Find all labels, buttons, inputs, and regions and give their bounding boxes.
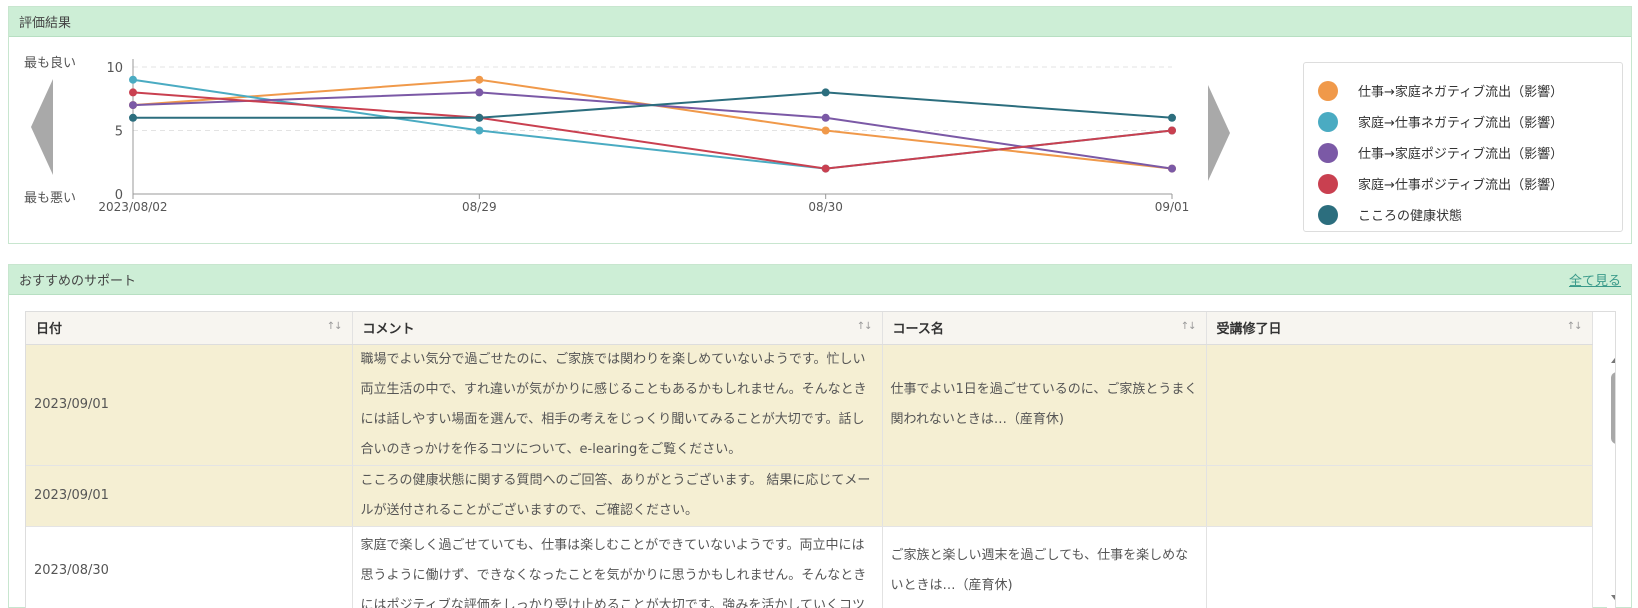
column-header-date[interactable]: 日付 ↑↓ [26,312,353,345]
support-table-container: 日付 ↑↓ コメント ↑↓ コース名 ↑↓ 受講修了日 ↑↓ 2023/09/01 職場… [25,311,1616,608]
sort-icon[interactable]: ↑↓ [857,321,873,332]
table-row[interactable]: 2023/09/01 こころの健康状態に関する質問へのご回答、ありがとうございま… [26,465,1593,527]
series-5-point[interactable] [1168,113,1176,122]
row-course-link[interactable]: ご家族と楽しい週末を過ごしても、仕事を楽しめないときは…（産育休) [882,526,1207,608]
legend-color-dot-icon [1318,173,1338,194]
evaluation-panel-header: 評価結果 [9,7,1631,37]
row-course-link[interactable] [882,465,1207,527]
legend-color-dot-icon [1318,80,1338,101]
series-1-point[interactable] [475,75,484,84]
column-header-comment[interactable]: コメント ↑↓ [352,312,883,345]
x-tick-label: 08/30 [808,200,843,214]
scroll-up-arrow-icon[interactable] [1611,354,1615,363]
column-header-course[interactable]: コース名 ↑↓ [882,312,1207,345]
next-arrow-icon[interactable] [1206,83,1232,183]
evaluation-panel: 評価結果 最も良い 最も悪い 0 5 10 2023/08/02 08/29 08/30 0… [8,6,1632,244]
y-tick-label: 10 [106,61,123,76]
support-panel-title: おすすめのサポート [19,274,137,289]
row-date: 2023/09/01 [26,344,353,466]
see-all-link[interactable]: 全て見る [1569,270,1621,289]
legend-item[interactable]: 仕事→家庭ポジティブ流出（影響） [1318,137,1608,168]
table-row[interactable]: 2023/09/01 職場でよい気分で過ごせたのに、ご家族では関わりを楽しめてい… [26,344,1593,466]
evaluation-panel-title: 評価結果 [19,16,72,31]
legend-item[interactable]: 家庭→仕事ポジティブ流出（影響） [1318,168,1608,199]
table-header-row: 日付 ↑↓ コメント ↑↓ コース名 ↑↓ 受講修了日 ↑↓ [26,312,1593,345]
series-5-point[interactable] [475,113,484,122]
series-4-point[interactable] [821,164,830,173]
support-panel-header: おすすめのサポート 全て見る [9,265,1631,295]
legend-color-dot-icon [1318,142,1338,163]
row-comment: 家庭で楽しく過ごせていても、仕事は楽しむことができていないようです。両立中には思… [352,526,883,608]
legend-color-dot-icon [1318,111,1338,132]
legend-color-dot-icon [1318,204,1338,225]
legend-label: 家庭→仕事ネガティブ流出（影響） [1358,116,1564,131]
table-row[interactable]: 2023/08/30 家庭で楽しく過ごせていても、仕事は楽しむことができていない… [26,526,1593,608]
x-tick-label: 08/29 [462,200,497,214]
series-line-5 [133,91,1173,119]
legend-label: 仕事→家庭ネガティブ流出（影響） [1358,85,1564,100]
series-3-point[interactable] [129,101,137,110]
x-tick-label: 09/01 [1155,200,1190,214]
row-comment: 職場でよい気分で過ごせたのに、ご家族では関わりを楽しめていないようです。忙しい両… [352,344,883,466]
legend-label: こころの健康状態 [1358,209,1463,224]
column-header-date-label: 日付 [36,322,63,338]
row-comment-text: 家庭で楽しく過ごせていても、仕事は楽しむことができていないようです。両立中には思… [360,538,867,608]
series-3-point[interactable] [475,88,484,97]
row-course-link[interactable]: 仕事でよい1日を過ごせているのに、ご家族とうまく関われないときは…（産育休) [882,344,1207,466]
table-vertical-scrollbar[interactable] [1607,346,1615,608]
series-4-point[interactable] [129,88,137,97]
series-2-point[interactable] [475,126,484,135]
row-completed [1206,465,1593,527]
legend-item[interactable]: こころの健康状態 [1318,199,1608,230]
evaluation-line-chart: 05102023/08/02 08/29 08/30 09/01 [98,59,1190,214]
column-header-completed[interactable]: 受講修了日 ↑↓ [1206,312,1593,345]
scroll-down-arrow-icon[interactable] [1611,595,1615,604]
support-panel: おすすめのサポート 全て見る 日付 ↑↓ コメント ↑↓ コース名 ↑↓ 受講修了日 ↑… [8,264,1632,608]
row-comment: こころの健康状態に関する質問へのご回答、ありがとうございます。 結果に応じてメー… [352,465,883,527]
series-5-point[interactable] [821,88,830,97]
row-date: 2023/09/01 [26,465,353,527]
series-4-point[interactable] [1168,126,1176,135]
column-header-course-label: コース名 [892,322,944,338]
series-3-point[interactable] [1168,164,1176,173]
legend-label: 仕事→家庭ポジティブ流出（影響） [1358,147,1564,162]
series-3-point[interactable] [821,113,830,122]
support-table: 日付 ↑↓ コメント ↑↓ コース名 ↑↓ 受講修了日 ↑↓ 2023/09/01 職場… [26,312,1593,608]
row-completed [1206,526,1593,608]
sort-icon[interactable]: ↑↓ [327,321,343,332]
legend-label: 家庭→仕事ポジティブ流出（影響） [1358,178,1564,193]
series-1-point[interactable] [821,126,830,135]
column-header-completed-label: 受講修了日 [1216,322,1282,338]
y-tick-label: 5 [115,125,123,140]
series-line-1 [132,78,1173,170]
series-5-point[interactable] [129,113,137,122]
legend-item[interactable]: 仕事→家庭ネガティブ流出（影響） [1318,75,1608,106]
chart-legend: 仕事→家庭ネガティブ流出（影響） 家庭→仕事ネガティブ流出（影響） 仕事→家庭ポジテ… [1303,62,1623,232]
series-2-point[interactable] [129,75,137,84]
scrollbar-thumb[interactable] [1611,372,1615,444]
row-completed [1206,344,1593,466]
legend-item[interactable]: 家庭→仕事ネガティブ流出（影響） [1318,106,1608,137]
column-header-comment-label: コメント [362,322,415,338]
x-tick-label: 2023/08/02 [98,200,167,214]
sort-icon[interactable]: ↑↓ [1181,321,1197,332]
sort-icon[interactable]: ↑↓ [1567,321,1583,332]
row-date: 2023/08/30 [26,526,353,608]
